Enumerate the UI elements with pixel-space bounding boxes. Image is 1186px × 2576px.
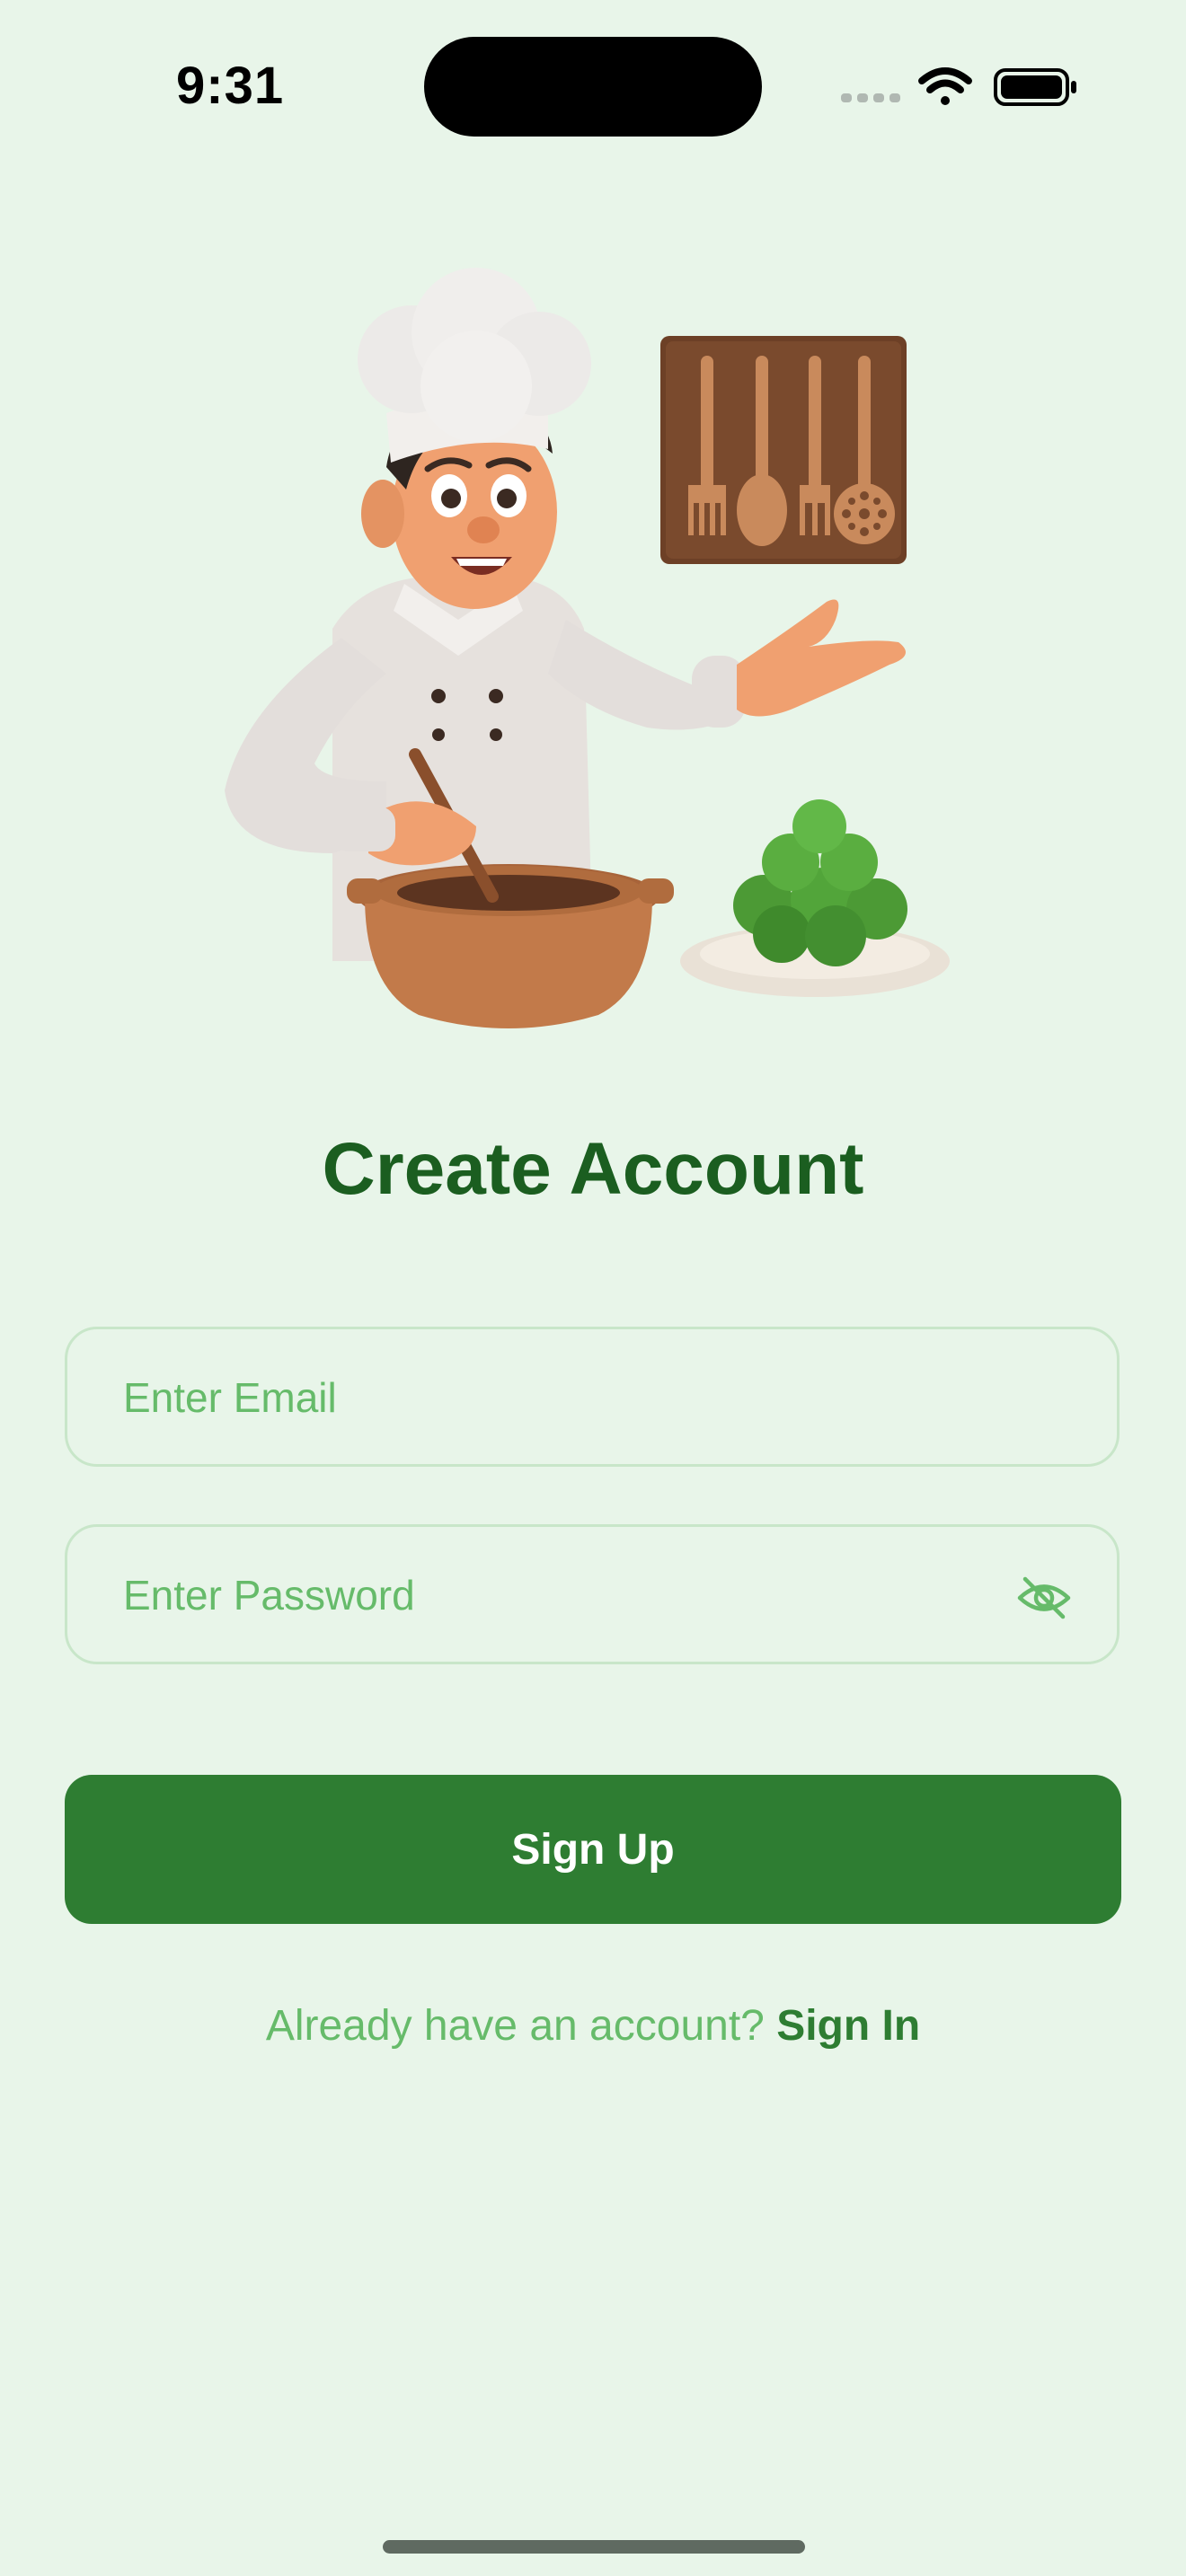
signal-dots-icon — [841, 93, 900, 102]
page-title: Create Account — [322, 1128, 864, 1210]
password-input[interactable] — [121, 1527, 1023, 1663]
signin-prompt: Already have an account? Sign In — [0, 2001, 1186, 2051]
signup-button[interactable]: Sign Up — [65, 1775, 1121, 1924]
home-indicator[interactable] — [383, 2540, 805, 2554]
status-icons — [841, 67, 1076, 106]
battery-icon — [994, 68, 1076, 106]
green-balls-plate-icon — [680, 799, 950, 997]
utensil-board-icon — [660, 336, 907, 564]
email-field[interactable] — [65, 1327, 1120, 1467]
signin-prompt-text: Already have an account? — [265, 2002, 765, 2050]
status-time: 9:31 — [176, 57, 285, 115]
eye-off-icon[interactable] — [1014, 1568, 1074, 1628]
signin-link[interactable]: Sign In — [776, 2002, 920, 2050]
email-input[interactable] — [121, 1329, 1023, 1466]
password-field[interactable] — [65, 1524, 1120, 1664]
dynamic-island — [424, 37, 762, 137]
wifi-icon — [918, 67, 972, 105]
chef-illustration — [225, 268, 950, 1028]
